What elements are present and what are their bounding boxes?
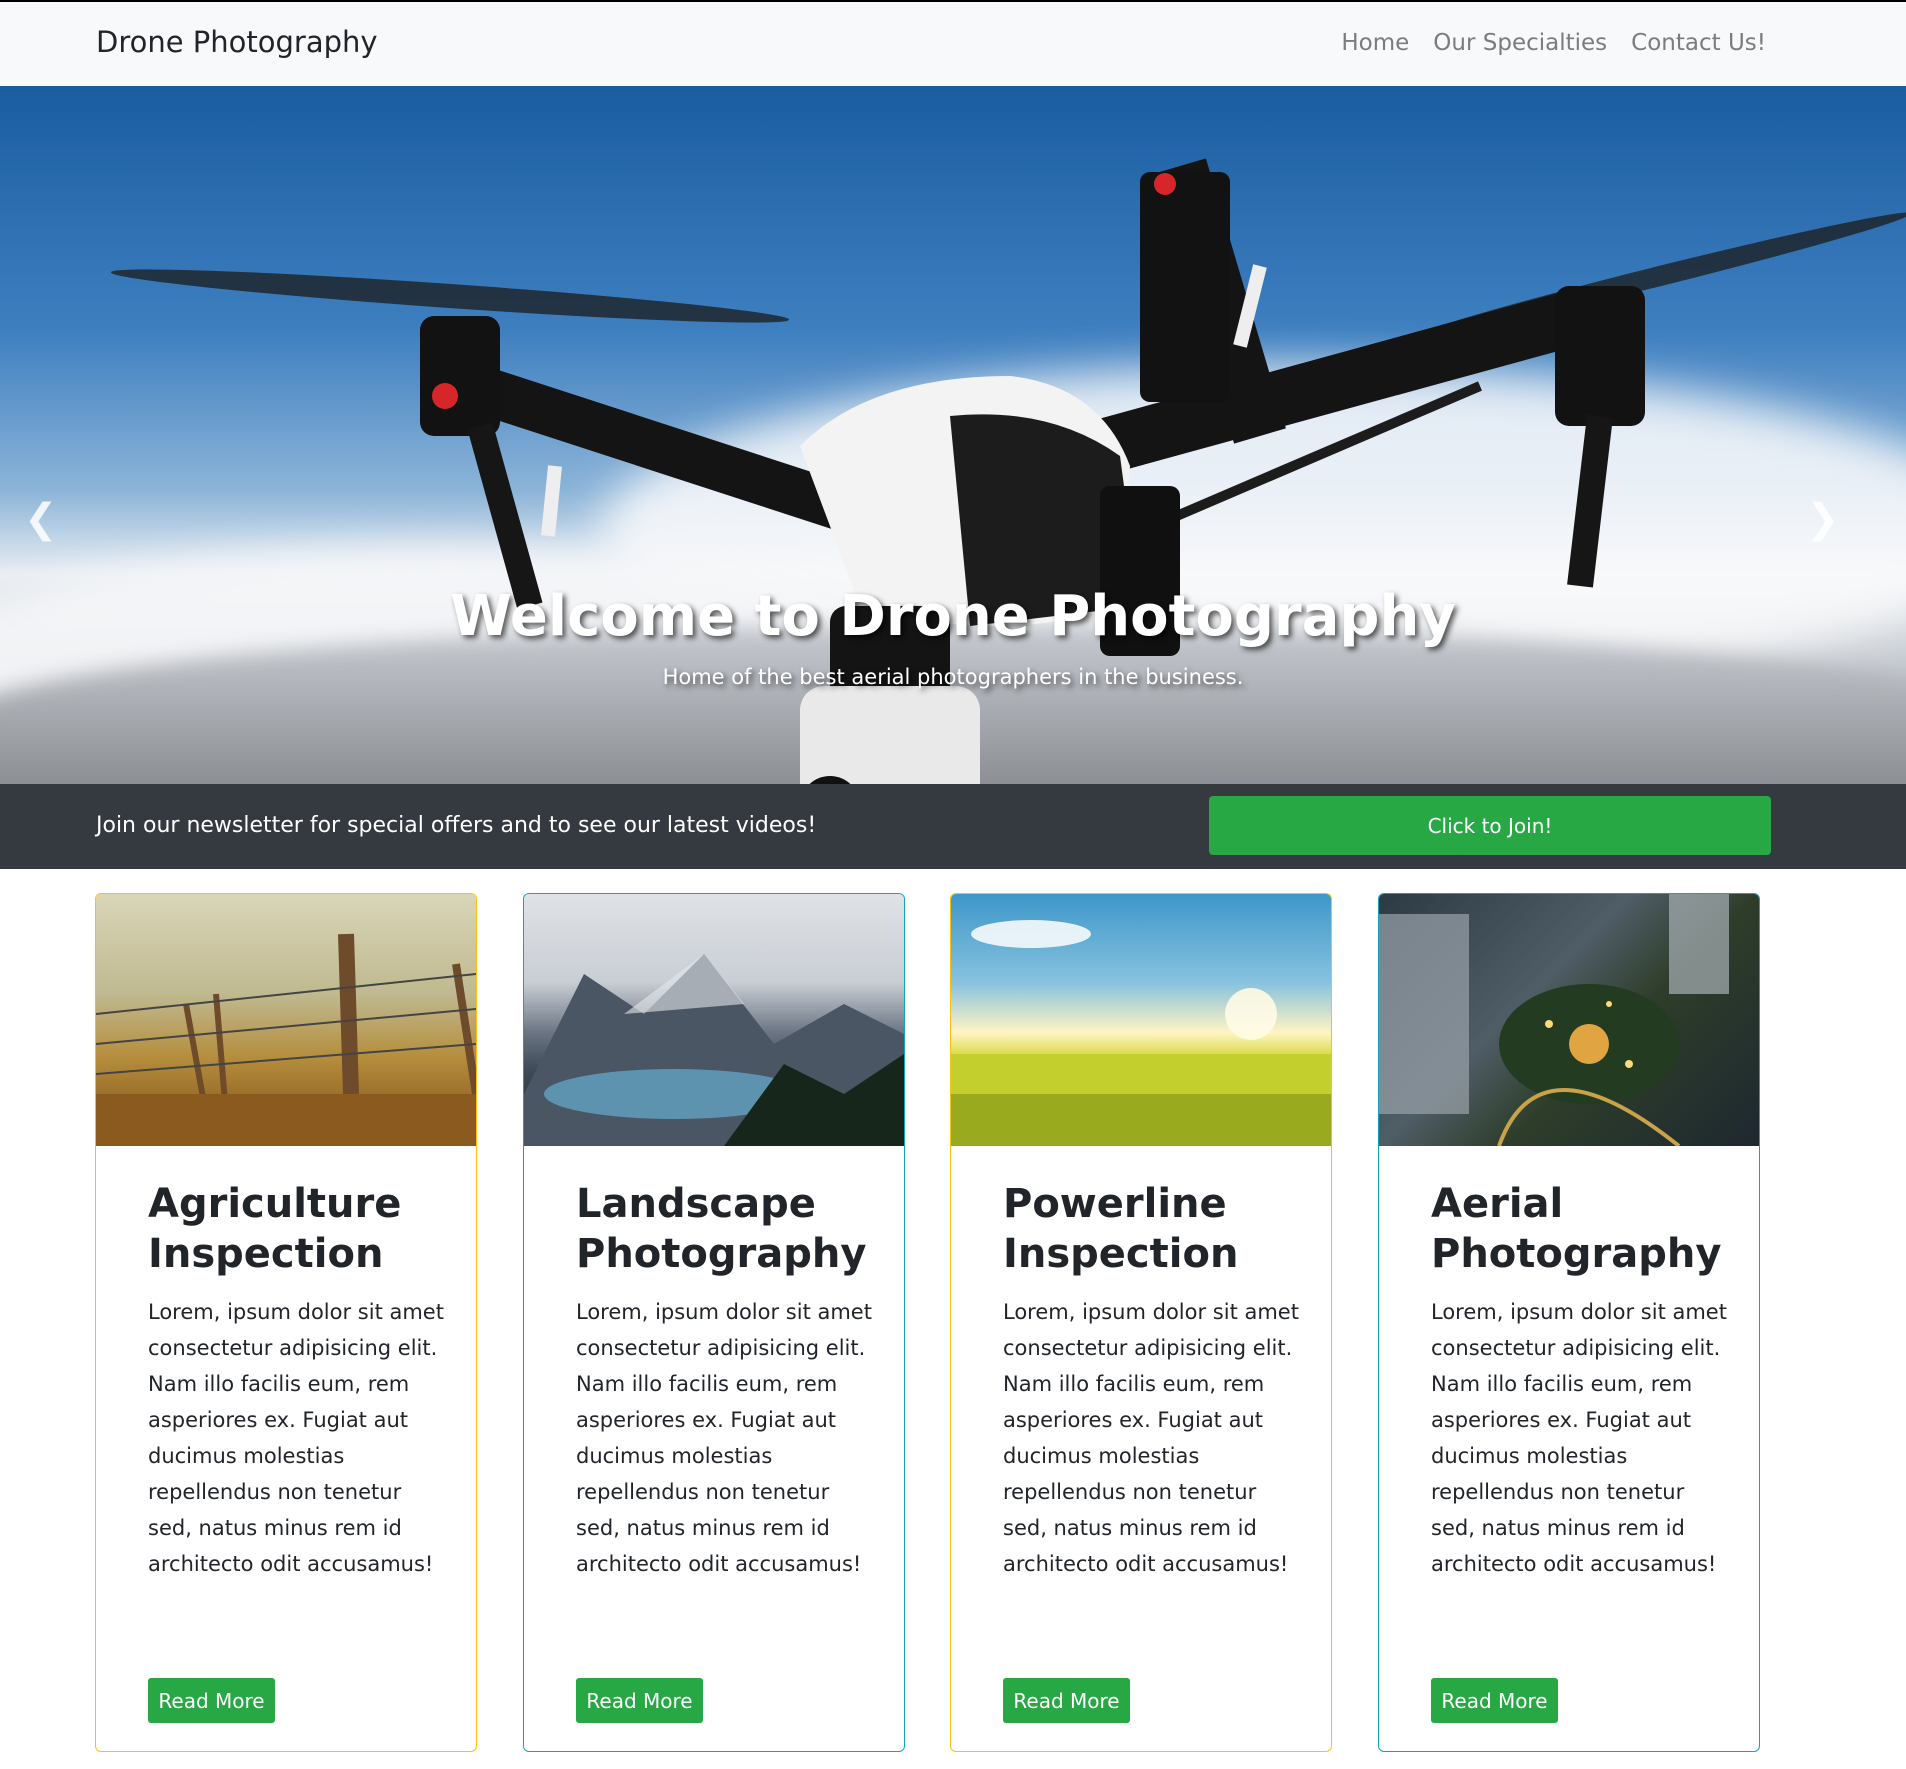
card-text: Lorem, ipsum dolor sit amet consectetur … bbox=[148, 1300, 444, 1576]
card-aerial-photography: Aerial Photography Lorem, ipsum dolor si… bbox=[1378, 893, 1760, 1752]
hero-carousel: ❮ ❯ Welcome to Drone Photography Home of… bbox=[0, 86, 1906, 784]
hero-title: Welcome to Drone Photography bbox=[450, 584, 1456, 649]
nav-links: Home Our Specialties Contact Us! bbox=[1341, 30, 1766, 56]
card-title: Landscape Photography bbox=[576, 1181, 867, 1277]
hero-subtitle: Home of the best aerial photographers in… bbox=[662, 665, 1244, 689]
nav-link-our-specialties[interactable]: Our Specialties bbox=[1433, 30, 1607, 56]
card-image-mountain-lake bbox=[524, 894, 904, 1146]
newsletter-bar: Join our newsletter for special offers a… bbox=[0, 784, 1906, 869]
card-title: Powerline Inspection bbox=[1003, 1181, 1239, 1277]
read-more-button[interactable]: Read More bbox=[576, 1678, 703, 1723]
carousel-next-button[interactable]: ❯ bbox=[1806, 496, 1840, 542]
card-image-fence-field bbox=[96, 894, 476, 1146]
card-image-canola-field bbox=[951, 894, 1331, 1146]
read-more-button[interactable]: Read More bbox=[148, 1678, 275, 1723]
card-text: Lorem, ipsum dolor sit amet consectetur … bbox=[1003, 1300, 1299, 1576]
chevron-right-icon: ❯ bbox=[1806, 496, 1840, 542]
brand-logo[interactable]: Drone Photography bbox=[96, 25, 378, 59]
carousel-prev-button[interactable]: ❮ bbox=[24, 496, 58, 542]
newsletter-message: Join our newsletter for special offers a… bbox=[96, 813, 817, 838]
chevron-left-icon: ❮ bbox=[24, 496, 58, 542]
read-more-button[interactable]: Read More bbox=[1003, 1678, 1130, 1723]
navbar: Drone Photography Home Our Specialties C… bbox=[0, 2, 1906, 86]
nav-link-contact-us[interactable]: Contact Us! bbox=[1631, 30, 1766, 56]
card-powerline-inspection: Powerline Inspection Lorem, ipsum dolor … bbox=[950, 893, 1332, 1752]
card-title: Aerial Photography bbox=[1431, 1181, 1722, 1277]
card-agriculture-inspection: Agriculture Inspection Lorem, ipsum dolo… bbox=[95, 893, 477, 1752]
card-text: Lorem, ipsum dolor sit amet consectetur … bbox=[1431, 1300, 1727, 1576]
read-more-button[interactable]: Read More bbox=[1431, 1678, 1558, 1723]
card-text: Lorem, ipsum dolor sit amet consectetur … bbox=[576, 1300, 872, 1576]
card-landscape-photography: Landscape Photography Lorem, ipsum dolor… bbox=[523, 893, 905, 1752]
card-title: Agriculture Inspection bbox=[148, 1181, 402, 1277]
specialties-cards: Agriculture Inspection Lorem, ipsum dolo… bbox=[0, 869, 1906, 1769]
carousel-caption: Welcome to Drone Photography Home of the… bbox=[0, 584, 1906, 689]
join-newsletter-button[interactable]: Click to Join! bbox=[1209, 796, 1771, 855]
card-image-city-aerial bbox=[1379, 894, 1759, 1146]
nav-link-home[interactable]: Home bbox=[1341, 30, 1409, 56]
